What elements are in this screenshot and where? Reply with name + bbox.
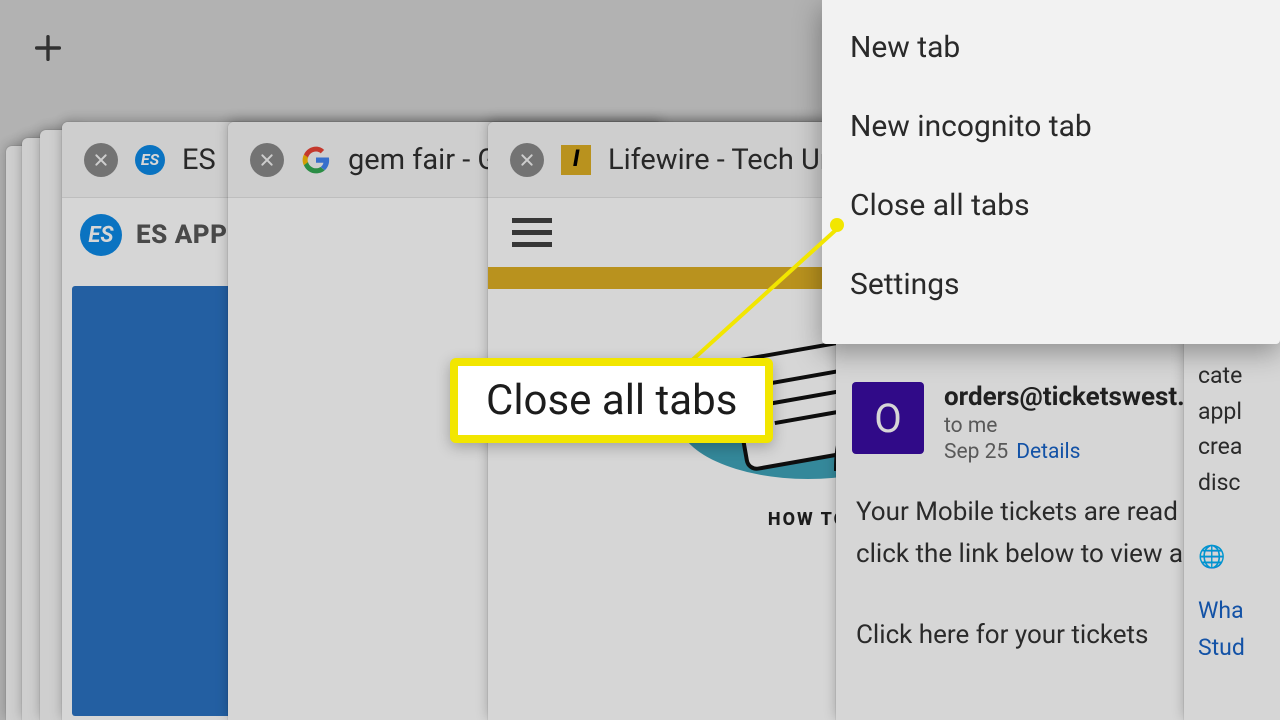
tab-title: Lifewire - Tech Unt (608, 143, 845, 177)
email-body: Your Mobile tickets are read click the l… (836, 474, 1216, 675)
link[interactable]: Wha (1198, 593, 1280, 629)
lifewire-icon: l (560, 144, 592, 176)
email-from: orders@ticketswest. (944, 382, 1185, 412)
email-date: Sep 25Details (944, 440, 1185, 464)
link[interactable]: Stud (1198, 630, 1280, 666)
es-icon: ES (134, 144, 166, 176)
close-tab-button[interactable] (510, 143, 544, 177)
annotation-label: Close all tabs (450, 358, 773, 443)
new-tab-button[interactable] (28, 28, 68, 68)
email-to: to me (944, 414, 1185, 438)
menu-item-settings[interactable]: Settings (822, 245, 1280, 324)
annotation-dot (830, 218, 844, 232)
details-link[interactable]: Details (1016, 440, 1080, 464)
menu-item-new-incognito[interactable]: New incognito tab (822, 87, 1280, 166)
sender-avatar: O (852, 382, 924, 454)
es-logo-icon: ES (80, 214, 122, 256)
annotation-callout: Close all tabs (450, 358, 773, 443)
globe-icon: 🌐 (1198, 541, 1280, 575)
google-icon (300, 144, 332, 176)
overflow-menu: New tab New incognito tab Close all tabs… (822, 0, 1280, 344)
tab-title: ES (182, 143, 216, 177)
close-tab-button[interactable] (250, 143, 284, 177)
app-title: ES APP (136, 220, 227, 250)
menu-item-new-tab[interactable]: New tab (822, 8, 1280, 87)
close-tab-button[interactable] (84, 143, 118, 177)
menu-item-close-all-tabs[interactable]: Close all tabs (822, 166, 1280, 245)
hamburger-menu-icon[interactable] (512, 218, 552, 247)
